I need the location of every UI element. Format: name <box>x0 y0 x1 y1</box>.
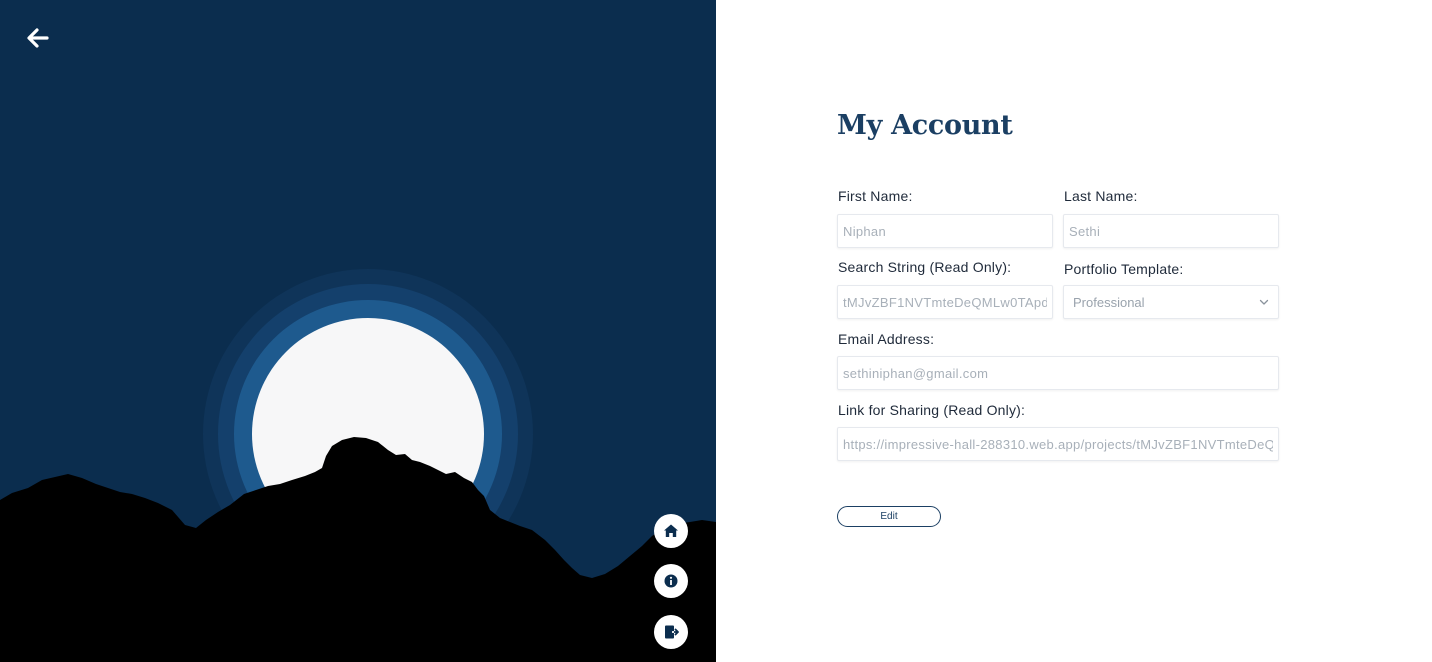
first-name-label: First Name: <box>838 188 913 204</box>
share-link-label: Link for Sharing (Read Only): <box>838 402 1026 418</box>
email-label: Email Address: <box>838 331 935 347</box>
chevron-down-icon <box>1259 299 1269 305</box>
edit-button[interactable]: Edit <box>837 506 941 527</box>
page-title: My Account <box>837 110 1013 141</box>
home-button[interactable] <box>654 514 688 548</box>
logout-icon <box>665 625 679 639</box>
last-name-field[interactable] <box>1063 214 1279 248</box>
home-icon <box>664 524 678 537</box>
email-field[interactable] <box>837 356 1279 390</box>
logout-button[interactable] <box>654 615 688 649</box>
hero-panel <box>0 0 716 662</box>
search-string-field[interactable] <box>837 285 1053 319</box>
search-string-label: Search String (Read Only): <box>838 259 1012 275</box>
portfolio-template-select[interactable]: Professional <box>1063 285 1279 319</box>
arrow-left-icon <box>27 28 49 48</box>
info-icon <box>664 574 678 588</box>
first-name-field[interactable] <box>837 214 1053 248</box>
back-button[interactable] <box>22 24 54 52</box>
share-link-field[interactable] <box>837 427 1279 461</box>
moon-mountain-illustration <box>0 269 716 662</box>
account-panel: My Account First Name: Last Name: Search… <box>716 0 1432 662</box>
last-name-label: Last Name: <box>1064 188 1138 204</box>
portfolio-template-value: Professional <box>1073 294 1145 310</box>
info-button[interactable] <box>654 564 688 598</box>
mountain-silhouette <box>0 437 716 662</box>
portfolio-template-label: Portfolio Template: <box>1064 261 1184 277</box>
